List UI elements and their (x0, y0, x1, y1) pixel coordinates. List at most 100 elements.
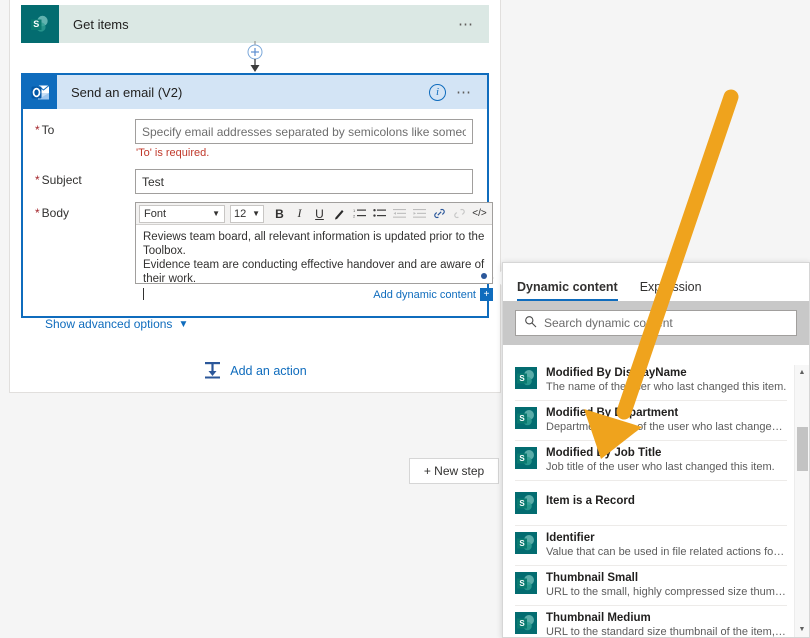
send-email-header[interactable]: Send an email (V2) i ⋯ (23, 75, 487, 109)
list-item-title: Identifier (546, 532, 595, 544)
flow-step-actions: i ⋯ (429, 83, 487, 101)
list-item-desc: Value that can be used in file related a… (546, 546, 787, 558)
chevron-down-icon: ▼ (212, 209, 220, 218)
sharepoint-icon: S (515, 367, 537, 389)
add-dynamic-content-row[interactable]: Add dynamic content + (135, 284, 493, 301)
dynamic-content-list[interactable]: S Modified By DisplayName The name of th… (503, 365, 809, 637)
flow-step-actions: ⋯ (458, 17, 489, 32)
flow-step-title: Get items (73, 16, 129, 32)
info-icon[interactable]: i (429, 83, 446, 101)
bold-icon[interactable]: B (270, 204, 289, 223)
scroll-up-icon[interactable]: ▲ (795, 365, 809, 380)
list-item-title: Modified By DisplayName (546, 367, 687, 379)
body-line: Reviews team board, all relevant informa… (143, 231, 485, 257)
svg-text:S: S (33, 19, 39, 29)
more-options-icon[interactable]: ⋯ (458, 17, 475, 32)
svg-text:2: 2 (353, 214, 356, 219)
bulleted-list-icon[interactable] (370, 204, 389, 223)
list-item[interactable]: S Identifier Value that can be used in f… (503, 525, 809, 565)
list-item[interactable]: S Modified By Job Title Job title of the… (503, 440, 809, 480)
to-error-message: 'To' is required. (136, 147, 210, 159)
add-action-label: Add an action (230, 364, 307, 378)
add-action-icon (203, 360, 222, 382)
sharepoint-icon: S (515, 407, 537, 429)
panel-scrollbar[interactable]: ▲ ▼ (794, 365, 809, 637)
tab-expression[interactable]: Expression (640, 280, 702, 301)
svg-text:1: 1 (353, 208, 356, 213)
list-item[interactable]: S Thumbnail Small URL to the small, high… (503, 565, 809, 605)
search-input[interactable]: Search dynamic content (544, 316, 673, 330)
sharepoint-icon: S (515, 532, 537, 554)
chevron-down-icon: ▼ (178, 318, 189, 330)
numbered-list-icon[interactable]: 1 2 (350, 204, 369, 223)
panel-tabs: Dynamic content Expression (503, 263, 809, 301)
flow-canvas: S Get items ⋯ Send an email (V2) i ⋯ * T… (0, 0, 510, 638)
scrollbar-thumb[interactable] (797, 427, 808, 471)
outlook-icon (23, 75, 57, 109)
underline-icon[interactable]: U (310, 204, 329, 223)
required-asterisk: * (35, 173, 40, 187)
flow-connector (238, 41, 272, 73)
list-item-desc: URL to the standard size thumbnail of th… (546, 626, 787, 637)
field-subject-label: * Subject (35, 173, 82, 187)
field-to: *To 'To' is required. (23, 119, 487, 165)
new-step-button[interactable]: + New step (409, 458, 499, 484)
show-advanced-options-link[interactable]: Show advanced options (45, 317, 172, 331)
flow-step-get-items[interactable]: S Get items ⋯ (21, 5, 489, 43)
svg-text:S: S (519, 539, 525, 548)
to-input[interactable] (135, 119, 473, 144)
list-item-title: Modified By Department (546, 407, 679, 419)
decrease-indent-icon[interactable] (390, 204, 409, 223)
field-body: * Body Font ▼ 12 ▼ B I U 1 2 </> Reviews… (23, 202, 493, 301)
list-item-desc: The name of the user who last changed th… (546, 381, 787, 393)
unlink-icon[interactable] (450, 204, 469, 223)
svg-text:S: S (519, 619, 525, 628)
power-automate-designer: S Get items ⋯ Send an email (V2) i ⋯ * T… (0, 0, 810, 638)
list-item[interactable]: S Modified By Department Department name… (503, 400, 809, 440)
body-line: Evidence team are conducting effective h… (143, 259, 485, 285)
list-item[interactable]: S Modified By DisplayName The name of th… (503, 365, 809, 400)
more-options-icon[interactable]: ⋯ (456, 85, 473, 100)
new-step-label: + New step (423, 464, 485, 478)
scroll-down-icon[interactable]: ▼ (795, 622, 809, 637)
add-an-action-button[interactable]: Add an action (0, 360, 510, 382)
svg-text:S: S (519, 374, 525, 383)
body-rich-text-editor: Font ▼ 12 ▼ B I U 1 2 </> Reviews team b… (135, 202, 493, 300)
flow-step-title: Send an email (V2) (71, 84, 183, 100)
list-item-desc: URL to the small, highly compressed size… (546, 586, 787, 598)
add-dynamic-content-link[interactable]: Add dynamic content (373, 289, 476, 301)
svg-text:S: S (519, 499, 525, 508)
field-body-label: * Body (35, 206, 70, 220)
list-item-desc: Job title of the user who last changed t… (546, 461, 775, 473)
list-item-title: Thumbnail Small (546, 572, 639, 584)
increase-indent-icon[interactable] (410, 204, 429, 223)
rte-toolbar: Font ▼ 12 ▼ B I U 1 2 </> (136, 203, 492, 225)
list-item[interactable]: S Item is a Record (503, 480, 809, 525)
link-icon[interactable] (430, 204, 449, 223)
send-email-form: *To 'To' is required. *Subject (23, 109, 493, 331)
show-advanced-options-row[interactable]: Show advanced options ▼ (23, 305, 487, 331)
sharepoint-icon: S (515, 447, 537, 469)
list-item[interactable]: S Thumbnail Medium URL to the standard s… (503, 605, 809, 637)
field-subject: * Subject (23, 169, 487, 194)
text-cursor (143, 288, 144, 300)
text-color-icon[interactable] (330, 204, 349, 223)
resize-handle-dot[interactable] (481, 273, 487, 279)
code-view-icon[interactable]: </> (470, 204, 489, 223)
italic-icon[interactable]: I (290, 204, 309, 223)
required-asterisk: * (35, 206, 40, 220)
font-size-select[interactable]: 12 ▼ (230, 204, 264, 223)
field-to-label: * To (35, 123, 55, 137)
search-icon (524, 315, 537, 331)
font-size-value: 12 (234, 207, 247, 220)
add-dynamic-content-badge[interactable]: + (480, 288, 493, 301)
svg-text:S: S (519, 579, 525, 588)
panel-search-container: Search dynamic content (503, 301, 809, 345)
search-box[interactable]: Search dynamic content (515, 310, 797, 336)
dynamic-content-panel: Dynamic content Expression Search dynami… (502, 262, 810, 638)
sharepoint-icon: S (515, 572, 537, 594)
subject-input[interactable] (135, 169, 473, 194)
body-text-area[interactable]: Reviews team board, all relevant informa… (136, 225, 492, 300)
tab-dynamic-content[interactable]: Dynamic content (517, 280, 618, 301)
font-family-select[interactable]: Font ▼ (139, 204, 225, 223)
